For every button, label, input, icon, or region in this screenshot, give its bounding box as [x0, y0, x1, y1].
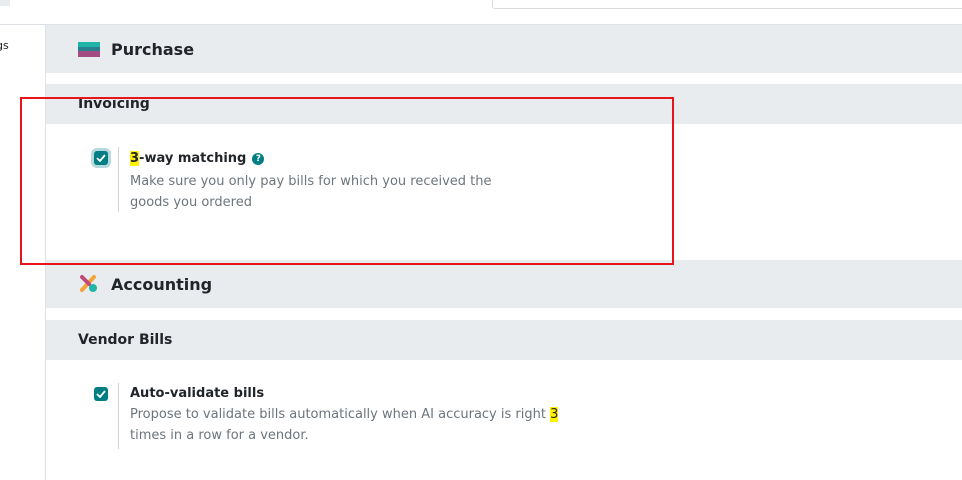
accounting-app-header: Accounting	[46, 260, 962, 308]
three-way-matching-label-text: -way matching	[139, 151, 247, 166]
search-input[interactable]	[492, 0, 962, 9]
invoicing-section-title: Invoicing	[78, 96, 150, 112]
three-way-matching-setting: 3-way matching? Make sure you only pay b…	[46, 145, 962, 260]
accounting-app-icon	[80, 275, 97, 292]
setting-divider	[118, 383, 119, 449]
top-bar	[0, 0, 962, 25]
sidebar-item-settings[interactable]: gs	[0, 39, 9, 52]
vendor-bills-section-title: Vendor Bills	[78, 332, 173, 348]
auto-validate-bills-setting: Auto-validate bills Propose to validate …	[46, 380, 962, 480]
settings-content: Purchase Invoicing 3-way matching? Make …	[46, 25, 962, 480]
purchase-app-title: Purchase	[111, 40, 195, 59]
search-highlight: 3	[130, 151, 140, 166]
checkmark-icon	[96, 390, 106, 398]
auto-validate-bills-checkbox[interactable]	[94, 387, 108, 401]
auto-validate-description-line1: Propose to validate bills automatically …	[130, 407, 546, 422]
auto-validate-bills-label: Auto-validate bills	[130, 386, 265, 401]
purchase-app-icon	[78, 42, 100, 57]
purchase-app-header: Purchase	[46, 25, 962, 73]
vendor-bills-section-header: Vendor Bills	[46, 320, 962, 360]
search-highlight: 3	[550, 407, 559, 422]
three-way-matching-checkbox[interactable]	[94, 151, 108, 165]
breadcrumb-stub	[0, 0, 10, 6]
three-way-matching-description: Make sure you only pay bills for which y…	[130, 174, 492, 210]
question-circle-icon[interactable]: ?	[252, 153, 265, 165]
checkmark-icon	[96, 154, 106, 162]
setting-divider	[118, 147, 119, 212]
three-way-matching-label: 3-way matching?	[130, 151, 265, 166]
auto-validate-bills-description: Propose to validate bills automatically …	[130, 404, 560, 446]
accounting-app-title: Accounting	[111, 275, 213, 294]
auto-validate-description-rest: times in a row for a vendor.	[130, 428, 309, 443]
settings-sidebar: gs l	[0, 25, 46, 480]
invoicing-section-header: Invoicing	[46, 84, 962, 124]
